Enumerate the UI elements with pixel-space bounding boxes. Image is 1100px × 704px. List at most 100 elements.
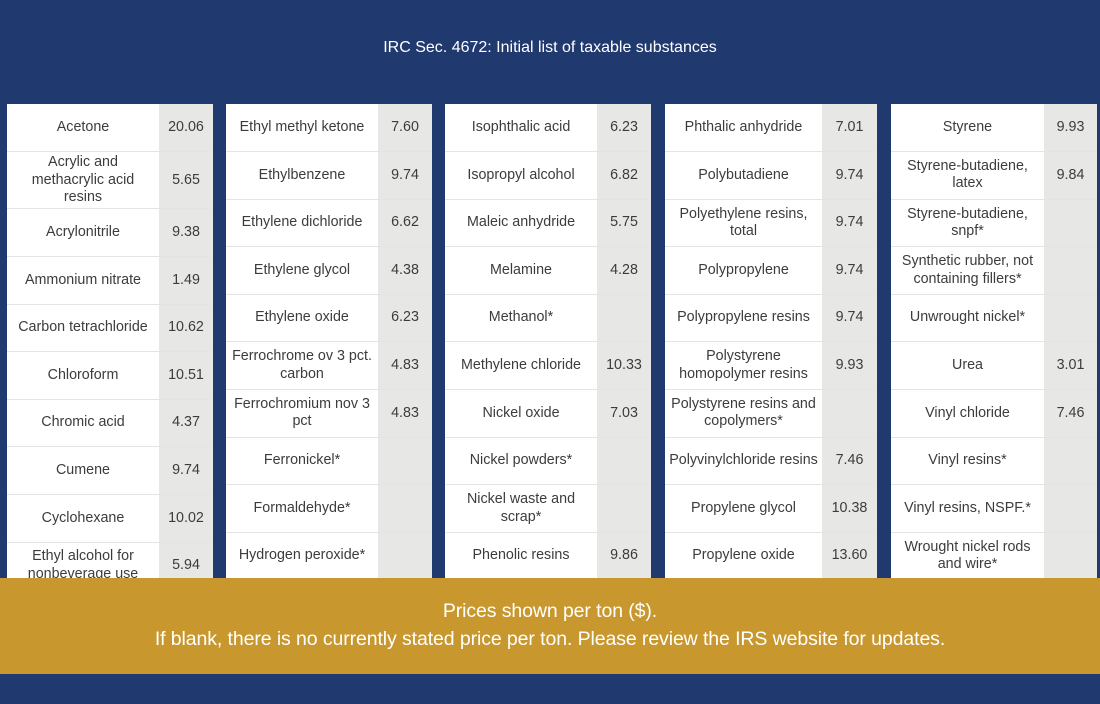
substance-price-cell: [378, 532, 432, 578]
substance-price-cell: 4.37: [159, 399, 213, 448]
substances-table-4: Phthalic anhydride 7.01 Polybutadiene 9.74 P…: [665, 104, 877, 578]
substance-name-cell: Vinyl resins, NSPF.*: [891, 484, 1044, 533]
table-row: Acetone 20.06: [7, 104, 213, 153]
substance-price-cell: [378, 437, 432, 486]
substance-price-cell: 4.38: [378, 246, 432, 295]
substance-name-cell: Synthetic rubber, not containing fillers…: [891, 246, 1044, 295]
table-row: Nickel oxide 7.03: [445, 389, 651, 438]
substance-price-cell: 7.60: [378, 104, 432, 153]
table-row: Ethylbenzene 9.74: [226, 151, 432, 200]
substance-name-cell: Polystyrene resins and copolymers*: [665, 389, 822, 438]
substance-price-cell: [378, 484, 432, 533]
substance-price-cell: 20.06: [159, 104, 213, 153]
substance-price-cell: 9.74: [822, 246, 877, 295]
substance-name-cell: Ferrochromium nov 3 pct: [226, 389, 378, 438]
substance-name-cell: Ethylbenzene: [226, 151, 378, 200]
substance-name-cell: Chromic acid: [7, 399, 159, 448]
substance-name-cell: Nickel waste and scrap*: [445, 484, 597, 533]
substance-name-cell: Vinyl chloride: [891, 389, 1044, 438]
substance-price-cell: 10.62: [159, 304, 213, 353]
table-row: Ferrochromium nov 3 pct 4.83: [226, 389, 432, 438]
bottom-strip: [0, 674, 1100, 704]
table-row: Polybutadiene 9.74: [665, 151, 877, 200]
table-row: Nickel powders*: [445, 437, 651, 486]
substance-name-cell: Polypropylene resins: [665, 294, 822, 343]
substance-name-cell: Methylene chloride: [445, 341, 597, 391]
substance-name-cell: Styrene-butadiene, latex: [891, 151, 1044, 200]
substance-name-cell: Cyclohexane: [7, 494, 159, 543]
substance-price-cell: 5.94: [159, 542, 213, 578]
footer-note: Prices shown per ton ($). If blank, ther…: [0, 578, 1100, 674]
substance-price-cell: 9.93: [822, 341, 877, 391]
substances-column-1: Acetone 20.06 Acrylic and methacrylic acid…: [7, 104, 213, 578]
substance-name-cell: Polystyrene homopolymer resins: [665, 341, 822, 391]
table-row: Polyethylene resins, total 9.74: [665, 199, 877, 248]
substance-price-cell: 9.74: [159, 446, 213, 495]
substance-price-cell: 4.28: [597, 246, 651, 295]
substance-name-cell: Phthalic anhydride: [665, 104, 822, 153]
footer-line-2: If blank, there is no currently stated p…: [154, 628, 946, 650]
substance-name-cell: Ethyl alcohol for nonbeverage use: [7, 542, 159, 578]
table-row: Isophthalic acid 6.23: [445, 104, 651, 153]
substance-name-cell: Styrene-butadiene, snpf*: [891, 199, 1044, 248]
substance-price-cell: 9.84: [1044, 151, 1097, 200]
table-row: Ferronickel*: [226, 437, 432, 486]
substance-name-cell: Styrene: [891, 104, 1044, 153]
table-row: Unwrought nickel*: [891, 294, 1097, 343]
table-row: Acrylonitrile 9.38: [7, 208, 213, 257]
table-row: Ethylene oxide 6.23: [226, 294, 432, 343]
substance-name-cell: Ethylene dichloride: [226, 199, 378, 248]
substance-price-cell: [1044, 294, 1097, 343]
substance-name-cell: Acetone: [7, 104, 159, 153]
substances-table-5: Styrene 9.93 Styrene-butadiene, latex 9.84 S…: [891, 104, 1097, 578]
table-row: Methylene chloride 10.33: [445, 341, 651, 391]
substances-column-4: Phthalic anhydride 7.01 Polybutadiene 9.74 P…: [665, 104, 877, 578]
substance-name-cell: Acrylic and methacrylic acid resins: [7, 151, 159, 210]
substance-name-cell: Wrought nickel rods and wire*: [891, 532, 1044, 578]
substance-price-cell: 6.82: [597, 151, 651, 200]
substance-price-cell: 4.83: [378, 341, 432, 391]
substance-price-cell: [1044, 246, 1097, 295]
table-row: Polypropylene resins 9.74: [665, 294, 877, 343]
substance-price-cell: 9.74: [822, 294, 877, 343]
substance-name-cell: Methanol*: [445, 294, 597, 343]
table-row: Phthalic anhydride 7.01: [665, 104, 877, 153]
substance-price-cell: [1044, 484, 1097, 533]
substance-price-cell: 6.23: [597, 104, 651, 153]
title-bar: IRC Sec. 4672: Initial list of taxable s…: [0, 0, 1100, 96]
substance-price-cell: 10.38: [822, 484, 877, 533]
substances-table-1-body: Acetone 20.06 Acrylic and methacrylic acid…: [7, 104, 213, 578]
table-row: Polyvinylchloride resins 7.46: [665, 437, 877, 486]
substance-price-cell: 7.01: [822, 104, 877, 153]
substance-price-cell: 9.38: [159, 208, 213, 257]
table-row: Vinyl resins*: [891, 437, 1097, 486]
substances-table-4-body: Phthalic anhydride 7.01 Polybutadiene 9.74 P…: [665, 104, 877, 578]
substance-price-cell: 6.62: [378, 199, 432, 248]
table-row: Maleic anhydride 5.75: [445, 199, 651, 248]
substance-price-cell: 5.75: [597, 199, 651, 248]
table-row: Ammonium nitrate 1.49: [7, 256, 213, 305]
substance-price-cell: [822, 389, 877, 438]
table-row: Melamine 4.28: [445, 246, 651, 295]
substances-table-2-body: Ethyl methyl ketone 7.60 Ethylbenzene 9.74 E…: [226, 104, 432, 578]
substance-price-cell: 9.86: [597, 532, 651, 578]
substances-table-1: Acetone 20.06 Acrylic and methacrylic acid…: [7, 104, 213, 578]
substance-price-cell: [597, 294, 651, 343]
substance-name-cell: Urea: [891, 341, 1044, 391]
substance-name-cell: Ferrochrome ov 3 pct. carbon: [226, 341, 378, 391]
substance-price-cell: 1.49: [159, 256, 213, 305]
substance-price-cell: 7.46: [822, 437, 877, 486]
table-row: Hydrogen peroxide*: [226, 532, 432, 578]
substance-name-cell: Isopropyl alcohol: [445, 151, 597, 200]
substance-name-cell: Unwrought nickel*: [891, 294, 1044, 343]
table-row: Propylene glycol 10.38: [665, 484, 877, 533]
table-row: Propylene oxide 13.60: [665, 532, 877, 578]
table-row: Vinyl resins, NSPF.*: [891, 484, 1097, 533]
substance-name-cell: Ethyl methyl ketone: [226, 104, 378, 153]
table-row: Cyclohexane 10.02: [7, 494, 213, 543]
table-row: Carbon tetrachloride 10.62: [7, 304, 213, 353]
substance-name-cell: Ethylene oxide: [226, 294, 378, 343]
substance-price-cell: [1044, 437, 1097, 486]
table-row: Formaldehyde*: [226, 484, 432, 533]
substances-column-2: Ethyl methyl ketone 7.60 Ethylbenzene 9.74 E…: [226, 104, 432, 578]
